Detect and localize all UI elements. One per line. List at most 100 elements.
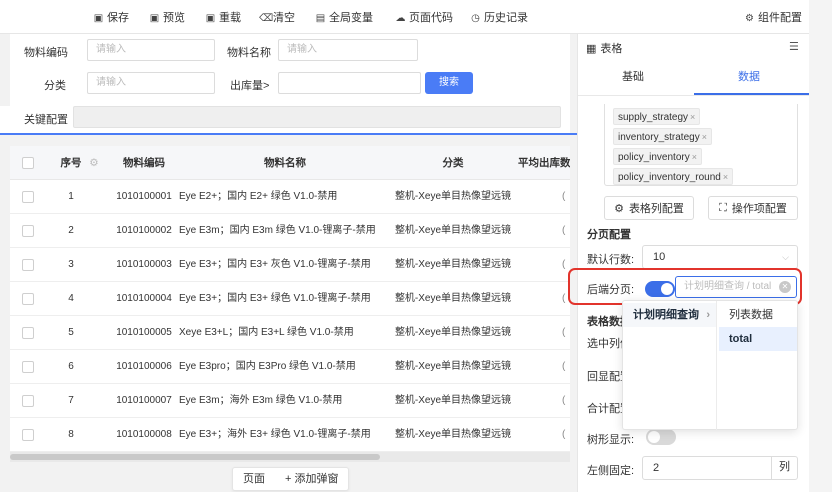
cascader-option-plan-detail[interactable]: 计划明细查询 › [623,303,716,327]
cascader-column-1: 计划明细查询 › [623,301,717,431]
close-icon: × [722,172,729,182]
tab-basic[interactable]: 基础 [578,58,688,96]
cascader-option-list-data[interactable]: 列表数据 [719,303,797,327]
global-vars-label: 全局变量 [329,12,373,24]
fields-tag-box[interactable]: supply_strategy × inventory_strategy × pol… [604,104,798,186]
cell-no: 4 [68,293,74,304]
keyword-config-row: 关键配置 [0,106,570,134]
search-button[interactable]: 搜索 [425,72,473,94]
table-row[interactable]: 1 1010100001 Eye E2+；国内 E2+ 绿色 V1.0-禁用 整机-X… [10,180,570,214]
cell-category: 整机-Xeye单目热像望远镜 [394,429,512,440]
left-fixed-input[interactable]: 2 列 [642,456,798,480]
cell-code: 1010100008 [116,429,172,440]
save-button[interactable]: ▣ 保存 [93,11,129,25]
cell-category: 整机-Xeye单目热像望远镜 [394,259,512,270]
gear-icon: ⚙ [614,202,624,215]
panel-title-text: 表格 [600,43,623,55]
cell-category: 整机-Xeye单目热像望远镜 [394,293,512,304]
table-row[interactable]: 2 1010100002 Eye E3m；国内 E3m 绿色 V1.0-锂离子-禁用… [10,214,570,248]
material-code-label: 物料编码 [24,47,68,59]
bottom-bar: 页面 + 添加弹窗 [232,467,350,491]
cascader-dropdown: 计划明细查询 › 列表数据 total [622,300,798,431]
tab-indicator [694,93,809,95]
eraser-icon: ⌫ [259,12,274,24]
select-all-checkbox[interactable] [22,157,34,169]
tag-inventory-strategy[interactable]: inventory_strategy × [613,128,712,145]
cell-no: 1 [68,191,74,202]
outbound-input[interactable] [278,72,421,94]
page-tab[interactable]: 页面 [233,468,275,490]
table-row[interactable]: 3 1010100003 Eye E3+；国内 E3+ 灰色 V1.0-锂离子-禁用… [10,248,570,282]
default-rows-select[interactable]: 10 ⌵ [642,245,798,269]
reload-button[interactable]: ▣ 重载 [205,11,241,25]
history-button[interactable]: ◷ 历史记录 [470,11,528,25]
component-config-button[interactable]: ⚙ 组件配置 [744,11,802,25]
cell-code: 1010100004 [116,293,172,304]
header-name: 物料名称 [264,157,306,169]
material-name-input[interactable]: 请输入 [278,39,418,61]
cell-avg-outbound: ( [562,191,566,202]
cell-avg-outbound: ( [562,361,566,372]
reload-icon: ▣ [205,12,216,24]
tab-data[interactable]: 数据 [694,58,804,96]
cell-code: 1010100007 [116,395,172,406]
table-row[interactable]: 7 1010100007 Eye E3m；海外 E3m 绿色 V1.0-禁用 整机-X… [10,384,570,418]
header-no: 序号 [60,157,82,169]
material-code-input[interactable]: 请输入 [87,39,215,61]
save-icon: ▣ [93,12,104,24]
add-popup-button[interactable]: + 添加弹窗 [275,468,348,490]
cell-name: Eye E2+；国内 E2+ 绿色 V1.0-禁用 [179,191,338,202]
table-row[interactable]: 8 1010100008 Eye E3+；海外 E3+ 绿色 V1.0-锂离子-禁用… [10,418,570,452]
preview-icon: ▣ [149,12,160,24]
row-checkbox[interactable] [22,259,34,271]
action-config-button[interactable]: ⛶ 操作项配置 [708,196,798,220]
page-code-button[interactable]: ☁ 页面代码 [395,11,454,25]
left-fixed-unit: 列 [771,456,797,480]
category-input[interactable]: 请输入 [87,72,215,94]
cell-avg-outbound: ( [562,225,566,236]
clear-button[interactable]: ⌫ 清空 [259,11,295,25]
variable-icon: ▤ [315,12,326,24]
cell-avg-outbound: ( [562,395,566,406]
gear-icon[interactable]: ⚙ [88,146,100,180]
cell-category: 整机-Xeye单目热像望远镜 [394,395,512,406]
left-fixed-label: 左侧固定: [587,465,635,477]
tag-policy-inventory-round[interactable]: policy_inventory_round × [613,168,734,185]
table-row[interactable]: 5 1010100005 Xeye E3+L；国内 E3+L 绿色 V1.0-禁用 整… [10,316,570,350]
tag-policy-inventory[interactable]: policy_inventory × [613,148,702,165]
cell-name: Eye E3+；国内 E3+ 绿色 V1.0-锂离子-禁用 [179,293,371,304]
section-divider [0,133,577,135]
tree-display-toggle[interactable] [646,429,676,445]
top-toolbar: ▣ 保存 ▣ 预览 ▣ 重载 ⌫ 清空 ▤ 全局变量 ☁ 页面代码 ◷ 历史记录… [0,0,832,34]
table-row[interactable]: 4 1010100004 Eye E3+；国内 E3+ 绿色 V1.0-锂离子-禁用… [10,282,570,316]
preview-button[interactable]: ▣ 预览 [149,11,185,25]
default-rows-label: 默认行数: [587,254,635,266]
tag-supply-strategy[interactable]: supply_strategy × [613,108,701,125]
table-column-config-button[interactable]: ⚙ 表格列配置 [604,196,694,220]
row-checkbox[interactable] [22,361,34,373]
table-row[interactable]: 6 1010100006 Eye E3pro；国内 E3Pro 绿色 V1.0-禁用… [10,350,570,384]
tree-icon[interactable]: ☰ [789,40,799,53]
row-checkbox[interactable] [22,327,34,339]
horizontal-scrollbar[interactable] [10,452,570,462]
row-checkbox[interactable] [22,429,34,441]
panel-title: ▦ 表格 [586,40,622,56]
row-checkbox[interactable] [22,225,34,237]
cell-name: Eye E3+；国内 E3+ 灰色 V1.0-锂离子-禁用 [179,259,371,270]
keyword-config-box[interactable] [73,106,561,128]
cell-name: Xeye E3+L；国内 E3+L 绿色 V1.0-禁用 [179,327,354,338]
row-checkbox[interactable] [22,293,34,305]
scrollbar-thumb[interactable] [10,454,380,460]
global-vars-button[interactable]: ▤ 全局变量 [315,11,373,25]
cascader-option-total[interactable]: total [719,327,797,351]
action-icon: ⛶ [719,201,727,214]
row-checkbox[interactable] [22,395,34,407]
tree-display-label: 树形显示: [587,434,635,446]
cell-category: 整机-Xeye单目热像望远镜 [394,191,512,202]
row-checkbox[interactable] [22,191,34,203]
component-config-label: 组件配置 [758,12,802,24]
cell-category: 整机-Xeye单目热像望远镜 [394,225,512,236]
save-label: 保存 [107,12,129,24]
reload-label: 重载 [219,12,241,24]
close-icon: × [690,112,696,122]
